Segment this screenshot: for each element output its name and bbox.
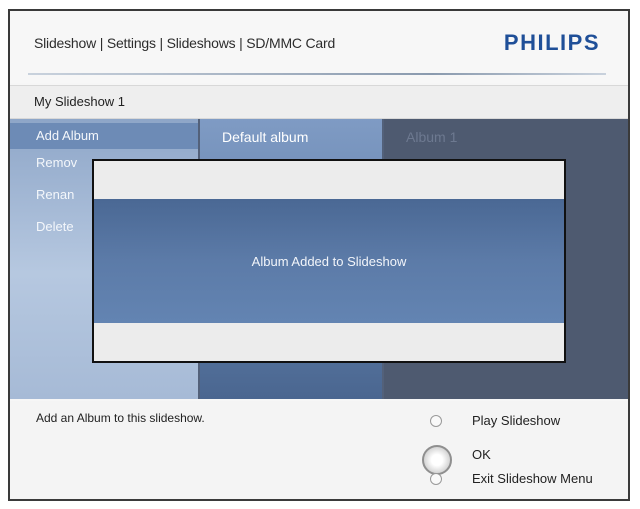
footer: Add an Album to this slideshow. Play Sli… bbox=[10, 401, 628, 499]
play-indicator-icon bbox=[430, 415, 442, 427]
menu-item-add-album[interactable]: Add Album bbox=[10, 123, 198, 149]
screen-frame: Slideshow | Settings | Slideshows | SD/M… bbox=[8, 9, 630, 501]
slideshow-title: My Slideshow 1 bbox=[34, 94, 126, 109]
header: Slideshow | Settings | Slideshows | SD/M… bbox=[10, 11, 628, 83]
breadcrumb: Slideshow | Settings | Slideshows | SD/M… bbox=[34, 35, 336, 51]
album-item-1[interactable]: Album 1 bbox=[406, 129, 457, 145]
ok-option[interactable]: OK bbox=[472, 445, 491, 465]
help-text: Add an Album to this slideshow. bbox=[36, 411, 205, 425]
menu-item-rename[interactable]: Renan bbox=[36, 187, 74, 202]
album-item-default[interactable]: Default album bbox=[222, 129, 308, 145]
play-slideshow-option[interactable]: Play Slideshow bbox=[472, 411, 560, 431]
dialog-message: Album Added to Slideshow bbox=[251, 253, 407, 269]
subtitle-bar: My Slideshow 1 bbox=[10, 85, 628, 119]
dialog-body: Album Added to Slideshow bbox=[94, 199, 564, 323]
ok-button-icon[interactable] bbox=[422, 445, 452, 475]
brand-logo: PHILIPS bbox=[503, 30, 600, 55]
exit-slideshow-menu-option[interactable]: Exit Slideshow Menu bbox=[472, 469, 593, 489]
exit-indicator-icon bbox=[430, 473, 442, 485]
menu-item-remove[interactable]: Remov bbox=[36, 155, 77, 170]
header-divider bbox=[28, 73, 606, 75]
menu-item-delete[interactable]: Delete bbox=[36, 219, 74, 234]
confirmation-dialog: Album Added to Slideshow bbox=[92, 159, 566, 363]
